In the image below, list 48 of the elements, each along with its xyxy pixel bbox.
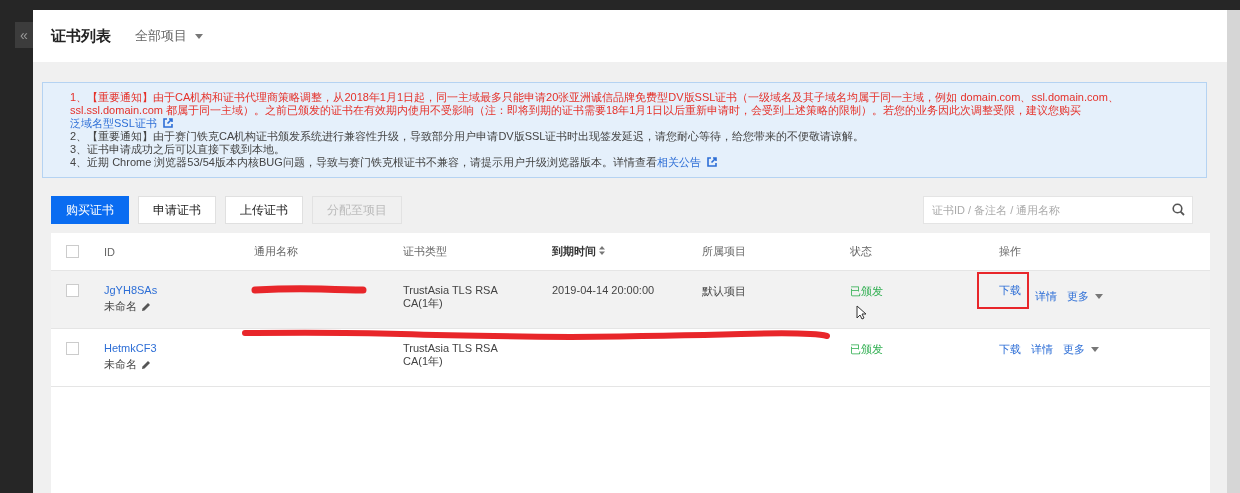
column-header: 通用名称 <box>254 244 299 259</box>
notice-text: 1、【重要通知】由于CA机构和证书代理商策略调整，从2018年1月1日起，同一主域最多只能申请20张亚洲诚信品牌免费型DV版SSL证书（一级域名及其子域名均属于同一主域，例如 domain.com、ssl.domain.com、ssl.ssl.domain.com 都属于同一主域）。之前已颁发的证书在有效期内使用不受影响（注：即将到期的证书需要18年1月1日以后重新申请时，会受到上述策略的限制）。若您的业务因此次调整受限，建议您购买 泛域名型SSL证书 <box>70 91 1120 130</box>
edit-icon[interactable] <box>141 359 151 370</box>
column-header: ID <box>104 245 116 258</box>
action-link[interactable]: 下载 <box>999 284 1021 296</box>
checkbox[interactable] <box>66 245 79 258</box>
action-link[interactable]: 详情 <box>1035 289 1057 304</box>
table-cell-text: TrustAsia TLS RSA CA(1年) <box>403 342 499 369</box>
column-header: 所属项目 <box>702 244 747 259</box>
action-link[interactable]: 更多 <box>1067 289 1089 304</box>
column-header: 状态 <box>850 244 873 259</box>
certificate-id-link[interactable]: JgYH8SAs <box>104 284 158 296</box>
status-text: 已颁发 <box>850 342 884 357</box>
caret-icon[interactable] <box>1095 294 1103 299</box>
notice-text: 2、【重要通知】由于赛门铁克CA机构证书颁发系统进行兼容性升级，导致部分用户申请DV版SSL证书时出现签发延迟，请您耐心等待，给您带来的不便敬请谅解。 <box>70 130 866 143</box>
action-link[interactable]: 更多 <box>1063 342 1085 357</box>
search-field[interactable]: 证书ID / 备注名 / 通用名称 <box>923 196 1193 224</box>
column-header[interactable]: 到期时间 <box>552 244 702 259</box>
toolbar-button[interactable]: 购买证书 <box>51 196 129 224</box>
remark-text: 未命名 <box>104 357 137 372</box>
notice-text: 4、近期 Chrome 浏览器53/54版本内核BUG问题，导致与赛门铁克根证书不兼容，请提示用户升级浏览器版本。详情查看相关公告 <box>70 156 1146 169</box>
sort-icon[interactable] <box>599 246 606 255</box>
project-dropdown[interactable]: 全部项目 <box>135 27 203 45</box>
certificate-id-link[interactable]: HetmkCF3 <box>104 342 157 354</box>
checkbox[interactable] <box>66 342 79 355</box>
notice-link[interactable]: 相关公告 <box>656 156 701 168</box>
edit-icon[interactable] <box>141 301 151 312</box>
page-title: 证书列表 <box>51 26 111 46</box>
external-link-icon <box>162 118 173 128</box>
action-link[interactable]: 下载 <box>999 342 1021 357</box>
table-cell-text: TrustAsia TLS RSA CA(1年) <box>403 284 499 311</box>
external-link-icon <box>706 157 717 167</box>
collapse-button[interactable]: « <box>15 22 33 48</box>
toolbar-button[interactable]: 上传证书 <box>225 196 303 224</box>
caret-icon <box>195 33 203 39</box>
checkbox[interactable] <box>66 284 79 297</box>
caret-icon[interactable] <box>1091 347 1099 352</box>
column-header: 证书类型 <box>403 244 448 259</box>
remark-text: 未命名 <box>104 299 137 314</box>
notice-text: 3、证书申请成功之后可以直接下载到本地。 <box>70 143 287 156</box>
action-link[interactable]: 详情 <box>1031 342 1053 357</box>
status-text: 已颁发 <box>850 284 884 299</box>
notice-link[interactable]: 泛域名型SSL证书 <box>70 117 157 129</box>
table-cell-text: 默认项目 <box>702 284 747 299</box>
table-cell-text: 2019-04-14 20:00:00 <box>552 284 656 296</box>
search-icon[interactable] <box>1172 203 1185 216</box>
column-header: 操作 <box>999 244 1022 259</box>
toolbar-button[interactable]: 申请证书 <box>138 196 216 224</box>
